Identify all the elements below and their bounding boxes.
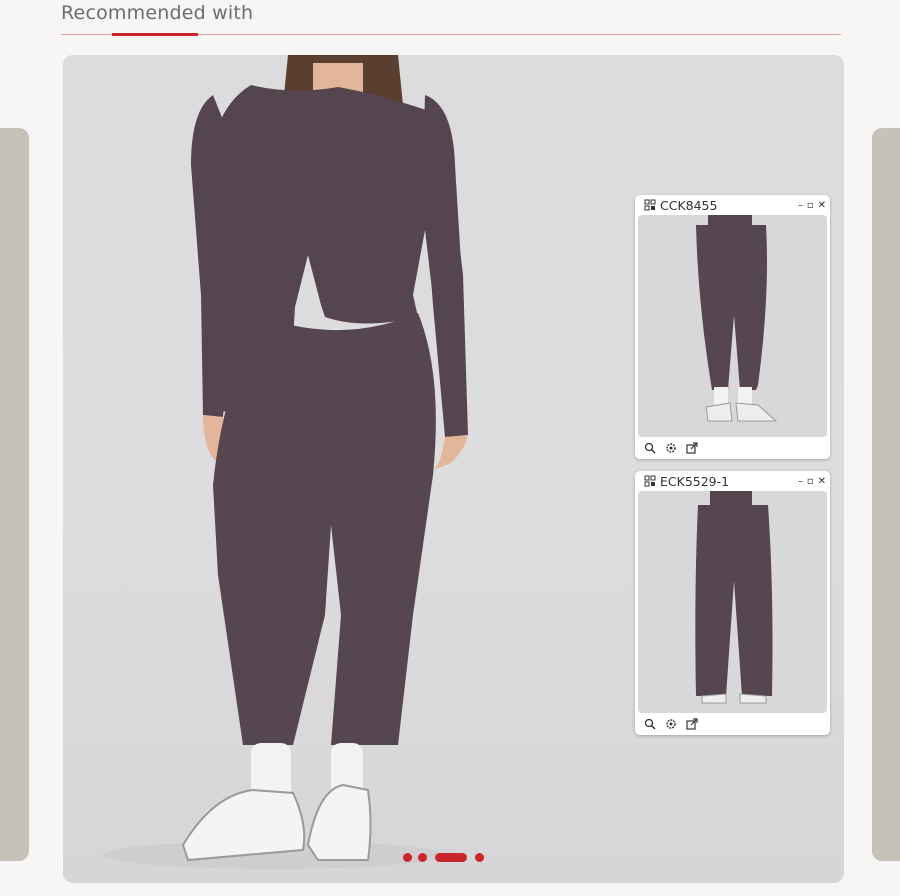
window-toolbar bbox=[635, 713, 830, 735]
pagination-dot-active[interactable] bbox=[435, 853, 467, 862]
maximize-icon[interactable]: ▫ bbox=[807, 200, 814, 211]
product-window-1[interactable]: CCK8455 – ▫ ✕ bbox=[635, 195, 830, 459]
close-icon[interactable]: ✕ bbox=[818, 200, 826, 211]
minimize-icon[interactable]: – bbox=[798, 200, 803, 211]
share-icon[interactable] bbox=[686, 718, 698, 730]
zoom-icon[interactable] bbox=[644, 442, 656, 454]
carousel-pagination bbox=[403, 853, 484, 862]
share-icon[interactable] bbox=[686, 442, 698, 454]
section-title: Recommended with bbox=[61, 2, 254, 24]
main-product-image[interactable] bbox=[63, 55, 844, 883]
zoom-icon[interactable] bbox=[644, 718, 656, 730]
close-icon[interactable]: ✕ bbox=[818, 476, 826, 487]
settings-icon[interactable] bbox=[665, 442, 677, 454]
pagination-dot[interactable] bbox=[403, 853, 412, 862]
section-title-underline bbox=[112, 33, 198, 36]
next-card-peek[interactable] bbox=[872, 128, 900, 861]
window-title-bar: CCK8455 – ▫ ✕ bbox=[635, 195, 830, 215]
minimize-icon[interactable]: – bbox=[798, 476, 803, 487]
maximize-icon[interactable]: ▫ bbox=[807, 476, 814, 487]
product-window-2[interactable]: ECK5529-1 – ▫ ✕ bbox=[635, 471, 830, 735]
settings-icon[interactable] bbox=[665, 718, 677, 730]
model-illustration bbox=[103, 55, 468, 869]
window-title-bar: ECK5529-1 – ▫ ✕ bbox=[635, 471, 830, 491]
product-code: CCK8455 bbox=[660, 197, 718, 213]
pagination-dot[interactable] bbox=[418, 853, 427, 862]
product-thumbnail[interactable] bbox=[638, 491, 827, 713]
qr-grid-icon bbox=[644, 475, 656, 487]
product-thumbnail[interactable] bbox=[638, 215, 827, 437]
previous-card-peek[interactable] bbox=[0, 128, 29, 861]
qr-grid-icon bbox=[644, 199, 656, 211]
window-toolbar bbox=[635, 437, 830, 459]
pagination-dot[interactable] bbox=[475, 853, 484, 862]
product-code: ECK5529-1 bbox=[660, 473, 730, 489]
